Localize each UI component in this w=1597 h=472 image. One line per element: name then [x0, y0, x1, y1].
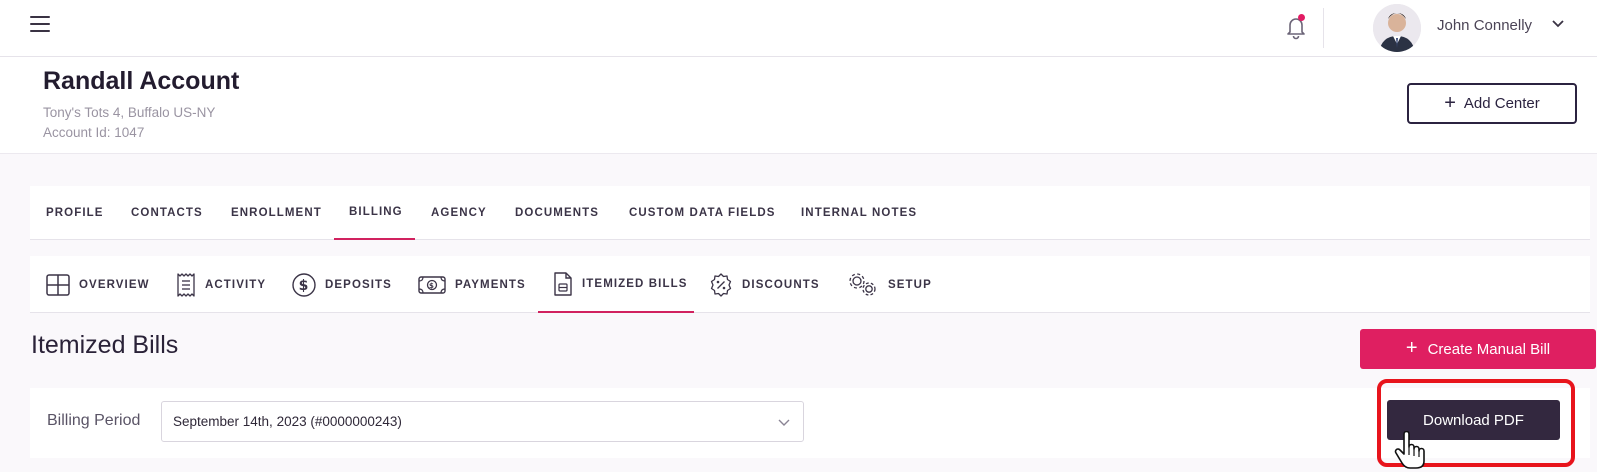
billing-period-row: Billing Period September 14th, 2023 (#00… [30, 388, 1590, 458]
tab-label: CONTACTS [131, 207, 203, 219]
chevron-down-icon [778, 419, 790, 426]
document-icon [554, 271, 572, 296]
subtab-discounts[interactable]: DISCOUNTS [709, 256, 820, 313]
account-location: Tony's Tots 4, Buffalo US-NY [43, 105, 216, 120]
notification-dot [1298, 14, 1305, 21]
tab-label: DOCUMENTS [515, 207, 600, 219]
user-avatar[interactable] [1373, 4, 1421, 52]
user-name[interactable]: John Connelly [1437, 17, 1532, 34]
subtab-label: ITEMIZED BILLS [582, 277, 688, 290]
top-bar: John Connelly [0, 0, 1597, 57]
subtab-label: DEPOSITS [325, 278, 392, 291]
download-pdf-label: Download PDF [1423, 411, 1524, 429]
add-center-label: Add Center [1463, 95, 1540, 112]
hand-cursor-icon [1394, 431, 1425, 469]
create-manual-bill-button[interactable]: + Create Manual Bill [1360, 329, 1596, 369]
receipt-icon [177, 272, 195, 297]
subtab-activity[interactable]: ACTIVITY [176, 256, 266, 313]
tab-profile[interactable]: PROFILE [46, 186, 104, 240]
add-center-button[interactable]: + Add Center [1407, 83, 1577, 124]
billing-period-select[interactable]: September 14th, 2023 (#0000000243) [161, 401, 804, 442]
subtab-overview[interactable]: OVERVIEW [46, 256, 150, 313]
tab-label: AGENCY [431, 207, 487, 219]
account-header: Randall Account Tony's Tots 4, Buffalo U… [0, 57, 1597, 154]
billing-period-value: September 14th, 2023 (#0000000243) [173, 414, 402, 429]
tab-custom-data-fields[interactable]: CUSTOM DATA FIELDS [629, 186, 776, 240]
svg-text:$: $ [299, 278, 310, 294]
divider [1323, 8, 1324, 48]
tab-label: CUSTOM DATA FIELDS [629, 207, 776, 219]
subtab-label: PAYMENTS [455, 278, 526, 291]
bell-icon[interactable] [1284, 14, 1308, 40]
account-id: Account Id: 1047 [43, 125, 145, 140]
percent-badge-icon [710, 272, 732, 297]
tab-label: ENROLLMENT [231, 207, 322, 219]
chevron-down-icon[interactable] [1550, 16, 1566, 32]
subtab-deposits[interactable]: $ DEPOSITS [292, 256, 392, 313]
svg-text:$: $ [429, 282, 435, 290]
subtab-label: DISCOUNTS [742, 278, 820, 291]
billing-sub-tabs: OVERVIEW ACTIVITY $ DEPOSITS $ PAYMENTS … [30, 256, 1590, 313]
tab-label: INTERNAL NOTES [801, 207, 918, 219]
subtab-label: ACTIVITY [205, 278, 267, 291]
subtab-label: OVERVIEW [79, 278, 150, 291]
plus-icon: + [1444, 91, 1456, 114]
subtab-payments[interactable]: $ PAYMENTS [418, 256, 526, 313]
tab-label: PROFILE [46, 207, 104, 219]
subtab-setup[interactable]: SETUP [847, 256, 932, 313]
tab-billing[interactable]: BILLING [334, 186, 415, 240]
tab-enrollment[interactable]: ENROLLMENT [231, 186, 322, 240]
tab-label: BILLING [349, 206, 403, 218]
main-tabs: PROFILE CONTACTS ENROLLMENT BILLING AGEN… [30, 186, 1590, 240]
plus-icon: + [1405, 337, 1418, 359]
page-title: Itemized Bills [31, 331, 179, 359]
subtab-label: SETUP [888, 278, 932, 291]
create-manual-bill-label: Create Manual Bill [1427, 340, 1551, 358]
tab-agency[interactable]: AGENCY [431, 186, 487, 240]
dollar-circle-icon: $ [292, 272, 316, 297]
hamburger-icon[interactable] [30, 16, 50, 34]
tab-internal-notes[interactable]: INTERNAL NOTES [801, 186, 917, 240]
cash-icon: $ [418, 275, 446, 294]
grid-icon [46, 273, 70, 296]
account-title: Randall Account [43, 67, 240, 95]
tab-contacts[interactable]: CONTACTS [131, 186, 203, 240]
subtab-itemized-bills[interactable]: ITEMIZED BILLS [538, 256, 694, 313]
gears-icon [849, 272, 876, 296]
billing-period-label: Billing Period [47, 412, 141, 429]
tab-documents[interactable]: DOCUMENTS [515, 186, 599, 240]
